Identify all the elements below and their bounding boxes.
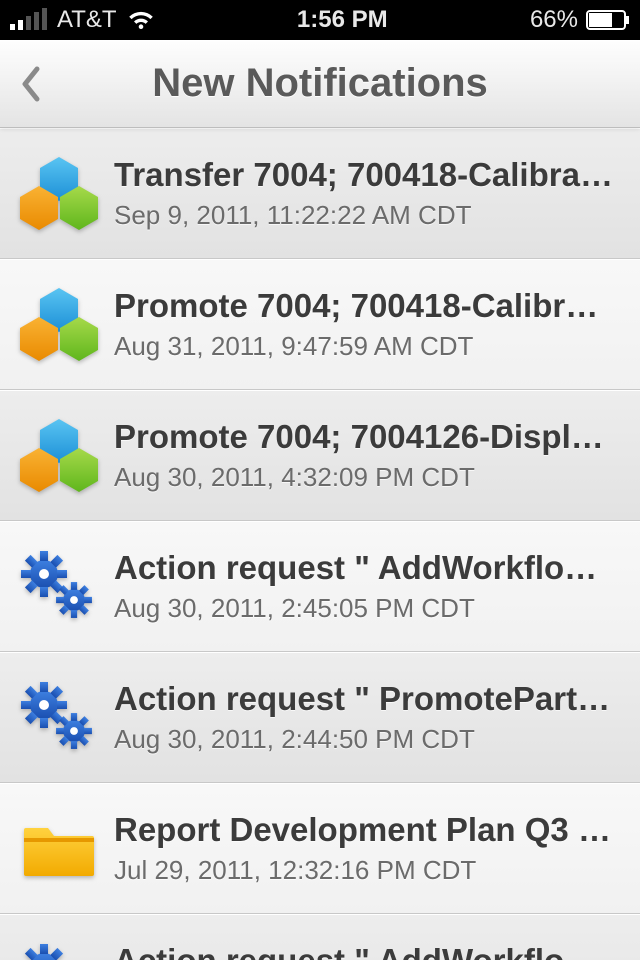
statusbar: AT&T 1:56 PM 66% (0, 0, 640, 40)
notification-row[interactable]: Transfer 7004; 700418-Calibration Fixtur… (0, 128, 640, 259)
notification-title: Action request " AddWorkflowTask " compl… (114, 549, 616, 587)
gears-icon (18, 941, 114, 960)
notification-timestamp: Aug 30, 2011, 2:44:50 PM CDT (114, 724, 616, 755)
notification-title: Promote 7004; 700418-Calibration Fixture… (114, 287, 616, 325)
notification-text: Promote 7004; 700418-Calibration Fixture… (114, 287, 624, 362)
back-button[interactable] (0, 40, 60, 128)
hex-cluster-icon (18, 155, 114, 233)
notification-row[interactable]: Promote 7004; 7004126-Display Assembly R… (0, 390, 640, 521)
notification-title: Transfer 7004; 700418-Calibration Fixtur… (114, 156, 616, 194)
carrier-label: AT&T (57, 6, 117, 34)
notification-row[interactable]: Report Development Plan Q3 2011 Jul 29, … (0, 783, 640, 914)
notification-text: Action request " AddWorkflowTask " compl… (114, 549, 624, 624)
statusbar-left: AT&T (10, 6, 155, 34)
notification-text: Promote 7004; 7004126-Display Assembly R… (114, 418, 624, 493)
notification-text: Action request " AddWorkflowTask " compl… (114, 942, 624, 960)
notification-title: Action request " PromotePart " completed (114, 680, 616, 718)
notification-timestamp: Jul 29, 2011, 12:32:16 PM CDT (114, 855, 616, 886)
notification-title: Report Development Plan Q3 2011 (114, 811, 616, 849)
notification-row[interactable]: Action request " AddWorkflowTask " compl… (0, 521, 640, 652)
notification-title: Action request " AddWorkflowTask " compl… (114, 942, 616, 960)
folder-icon (18, 810, 114, 888)
notification-text: Report Development Plan Q3 2011 Jul 29, … (114, 811, 624, 886)
wifi-icon (127, 9, 155, 31)
notification-row[interactable]: Action request " AddWorkflowTask " compl… (0, 914, 640, 960)
battery-percent: 66% (530, 6, 578, 34)
notification-row[interactable]: Promote 7004; 700418-Calibration Fixture… (0, 259, 640, 390)
notification-title: Promote 7004; 7004126-Display Assembly R… (114, 418, 616, 456)
notification-text: Action request " PromotePart " completed… (114, 680, 624, 755)
notification-timestamp: Aug 31, 2011, 9:47:59 AM CDT (114, 331, 616, 362)
gears-icon (18, 679, 114, 757)
notification-text: Transfer 7004; 700418-Calibration Fixtur… (114, 156, 624, 231)
notification-timestamp: Aug 30, 2011, 2:45:05 PM CDT (114, 593, 616, 624)
hex-cluster-icon (18, 286, 114, 364)
notification-timestamp: Aug 30, 2011, 4:32:09 PM CDT (114, 462, 616, 493)
statusbar-right: 66% (530, 6, 630, 34)
notification-row[interactable]: Action request " PromotePart " completed… (0, 652, 640, 783)
notification-list: Transfer 7004; 700418-Calibration Fixtur… (0, 128, 640, 960)
clock: 1:56 PM (297, 6, 388, 34)
gears-icon (18, 548, 114, 626)
battery-icon (586, 10, 630, 30)
signal-strength-icon (10, 10, 47, 30)
hex-cluster-icon (18, 417, 114, 495)
chevron-left-icon (19, 65, 41, 103)
notification-timestamp: Sep 9, 2011, 11:22:22 AM CDT (114, 200, 616, 231)
page-title: New Notifications (0, 61, 640, 106)
header: New Notifications (0, 40, 640, 128)
